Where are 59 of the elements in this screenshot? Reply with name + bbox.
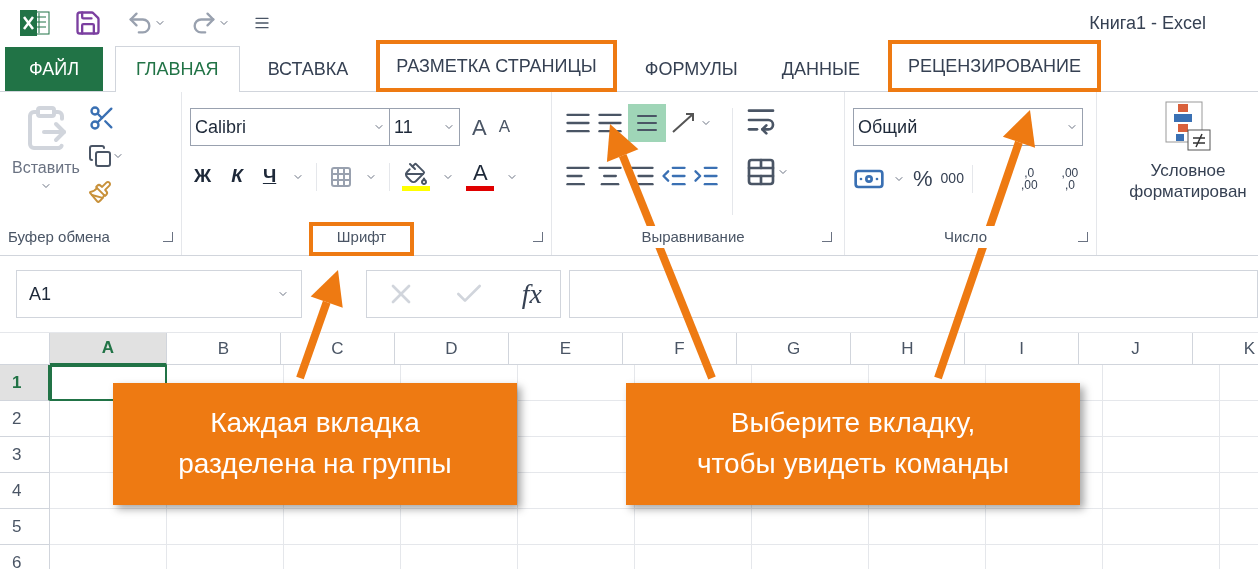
underline-button[interactable]: Ч (258, 162, 281, 191)
ribbon-tab[interactable]: ГЛАВНАЯ (115, 46, 240, 92)
percent-button[interactable]: % (913, 162, 933, 195)
borders-icon[interactable] (329, 164, 354, 189)
window-title: Книга1 - Excel (1089, 11, 1206, 35)
column-header[interactable]: K (1193, 333, 1258, 365)
row-header[interactable]: 1 (0, 365, 50, 401)
group-label: Буфер обмена (8, 226, 110, 247)
callout-tooltip: Каждая вкладка разделена на группы (113, 383, 517, 505)
ribbon-tab[interactable]: ФАЙЛ (5, 47, 104, 91)
dialog-launcher-icon[interactable] (163, 232, 173, 242)
column-header[interactable]: J (1079, 333, 1193, 365)
callout-tooltip: Выберите вкладку, чтобы увидеть команды (626, 383, 1080, 505)
row-header[interactable]: 6 (0, 545, 50, 569)
bold-button[interactable]: Ж (190, 162, 216, 191)
fill-color-icon[interactable] (402, 162, 431, 191)
thousands-button[interactable]: 000 (940, 168, 964, 189)
column-header[interactable]: F (623, 333, 737, 365)
row-header[interactable]: 5 (0, 509, 50, 545)
column-header[interactable]: H (851, 333, 965, 365)
ribbon-tab[interactable]: ФОРМУЛЫ (628, 47, 754, 91)
paste-button[interactable]: Вставить (12, 100, 80, 219)
row-header[interactable]: 4 (0, 473, 50, 509)
dialog-launcher-icon[interactable] (822, 232, 832, 242)
formula-input[interactable] (569, 270, 1258, 318)
row-header[interactable]: 2 (0, 401, 50, 437)
column-header[interactable]: G (737, 333, 851, 365)
font-name-field[interactable]: Calibri (190, 108, 390, 146)
column-header[interactable]: I (965, 333, 1079, 365)
insert-function-button[interactable]: fx (521, 273, 542, 315)
conditional-formatting-button[interactable]: Условное форматирован (1118, 100, 1258, 203)
copy-icon[interactable] (87, 144, 112, 168)
angled-text-icon[interactable] (670, 110, 696, 136)
column-header[interactable]: C (281, 333, 395, 365)
font-size-field[interactable]: 11 (390, 108, 460, 146)
column-header[interactable]: B (167, 333, 281, 365)
grow-font-button[interactable]: A (472, 110, 487, 144)
merge-cells-icon[interactable] (745, 156, 777, 188)
spreadsheet-logo-icon[interactable] (20, 9, 50, 37)
column-header[interactable]: A (50, 333, 167, 365)
row-header[interactable]: 3 (0, 437, 50, 473)
name-box[interactable]: A1 (16, 270, 302, 318)
bottom-align-button[interactable] (628, 104, 666, 142)
paintbrush-icon[interactable] (87, 180, 112, 204)
conditional-formatting-icon (1164, 100, 1212, 152)
decrease-decimal-button[interactable]: ,00 ,0 (1061, 166, 1079, 191)
number-format-field[interactable]: Общий (853, 108, 1083, 146)
customize-toolbar-icon[interactable] (254, 15, 270, 31)
ribbon-tab[interactable]: ДАННЫЕ (765, 47, 876, 91)
italic-button[interactable]: К (227, 162, 247, 191)
ribbon-tab[interactable]: ВСТАВКА (251, 47, 365, 91)
column-header[interactable]: D (395, 333, 509, 365)
dialog-launcher-icon[interactable] (1078, 232, 1088, 242)
column-header[interactable]: E (509, 333, 623, 365)
shrink-font-button[interactable]: A (498, 114, 511, 140)
dialog-launcher-icon[interactable] (533, 232, 543, 242)
increase-decimal-button[interactable]: ,0 ,00 (1020, 166, 1038, 191)
font-color-button[interactable]: A (466, 162, 495, 191)
save-icon[interactable] (74, 9, 102, 37)
